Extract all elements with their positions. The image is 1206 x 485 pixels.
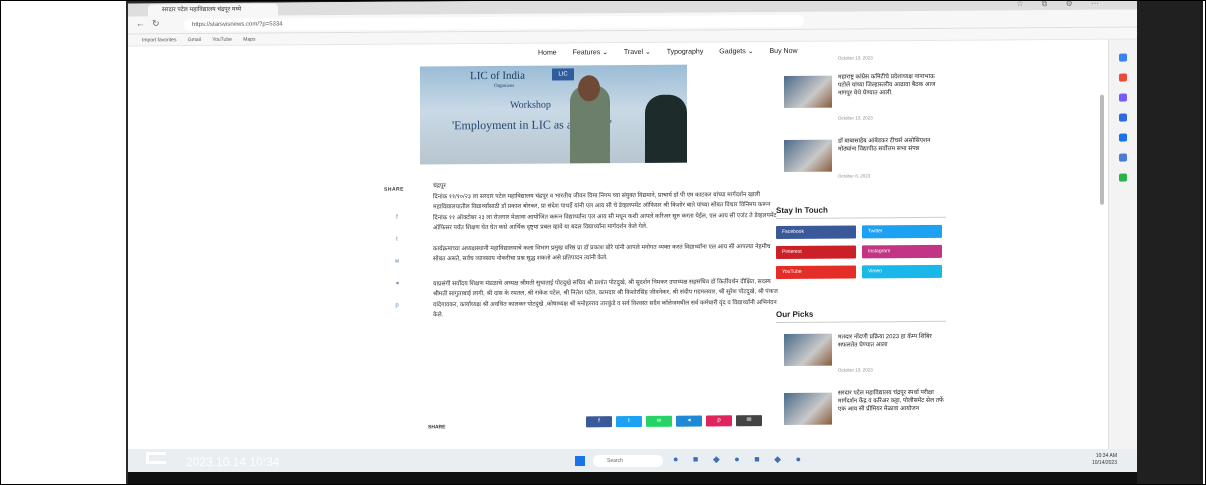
post-thumbnail[interactable] [784,392,832,425]
monitor-bottom-bezel [128,472,1137,485]
camera-model: OPPO F21s [186,433,260,448]
speaker-head [578,75,600,102]
sidebar-post[interactable]: डॉ बाबासाहेब आंबेडकर टीचर्स असोसिएशन मोठ… [776,135,946,186]
twitter-icon[interactable]: t [392,229,402,251]
page-scrollbar[interactable] [1100,94,1104,205]
bookmark-item[interactable]: Maps [243,37,255,43]
attendee-figure [645,94,687,165]
share-icon-column: f t w ◂ p [392,207,402,317]
taskbar-search[interactable]: Search [593,455,663,467]
site-nav: Home Features ⌄ Travel ⌄ Typography Gadg… [538,47,812,57]
taskbar-app-icons[interactable]: ● ■ ◆ ● ■ ◆ ● [673,454,807,465]
social-button-facebook[interactable]: Facebook [776,225,856,239]
browser-side-panel [1108,39,1137,469]
taskbar-clock[interactable]: 10:34 AM 10/14/2023 [1092,453,1117,467]
shopping-icon[interactable] [1119,73,1127,82]
social-button-twitter[interactable]: Twitter [862,224,942,239]
post-title[interactable]: मतदार नोंदणी प्रक्रिया 2023 हा कॅम्प शिब… [838,333,948,350]
clock-time: 10:34 AM [1095,453,1117,459]
windows-start-icon[interactable] [575,456,585,466]
nav-features[interactable]: Features ⌄ [573,49,608,56]
hero-organizer: Organizes [494,83,515,89]
article-paragraph: याप्रसंगी सर्वोदय शिक्षण मंडळाचे अध्यक्ष… [433,278,778,319]
clock-date: 10/14/2023 [1091,460,1117,466]
camera-model-suffix: Pro [263,433,285,448]
web-page: Home Features ⌄ Travel ⌄ Typography Gadg… [128,39,1108,476]
post-thumbnail[interactable] [784,75,832,108]
share-button[interactable]: w [646,415,672,427]
post-thumbnail[interactable] [784,139,832,172]
nav-gadgets[interactable]: Gadgets ⌄ [719,48,753,55]
share-button[interactable]: f [586,416,612,428]
share-label: SHARE [384,186,405,193]
lic-logo: LIC [552,68,574,81]
stay-in-touch-heading: Stay In Touch [776,205,828,215]
sidebar: October 13, 2023 महाराष्ट्र कांग्रेस कमि… [776,55,946,179]
article-body: चंद्रपूर दिनांक ११/१०/२३ ला सरदार पटेल म… [433,179,778,331]
camera-watermark-logo [146,440,168,464]
sidebar-post[interactable]: महाराष्ट्र कांग्रेस कमिटीचे प्रदेशाध्यक्… [776,71,946,122]
share-button-row: f t w ◂ p ✉ [586,415,762,428]
whatsapp-icon[interactable]: w [392,251,402,273]
share-button[interactable]: ✉ [736,415,762,427]
telegram-icon[interactable]: ◂ [392,273,402,295]
divider [776,320,946,323]
hero-org: LIC of India [470,69,525,83]
nav-typography[interactable]: Typography [667,49,704,56]
share-button[interactable]: t [616,415,642,428]
drop-icon[interactable] [1119,173,1127,182]
office-icon[interactable] [1119,113,1127,122]
monitor-screen: सरदार पटेल महाविद्यालय चंद्रपूर मध्ये ☆ … [128,0,1137,476]
pick-post[interactable]: मतदार नोंदणी प्रक्रिया 2023 हा कॅम्प शिब… [776,331,946,382]
post-date: October 8, 2023 [838,173,871,179]
article-paragraph: चंद्रपूर दिनांक ११/१०/२३ ला सरदार पटेल म… [433,183,777,232]
camera-model-watermark: OPPO F21s Pro [186,433,285,448]
divider [776,216,946,219]
nav-buy-now[interactable]: Buy Now [770,48,798,55]
our-picks-heading: Our Picks [776,309,814,319]
social-button-vimeo[interactable]: Vimeo [862,264,942,279]
hero-workshop: Workshop [510,99,551,111]
url-field[interactable]: https://starsvisnews.com/?p=5334 [184,14,804,32]
browser-toolbar-icons: ☆ ⧉ ⚙ ⋯ [1016,0,1107,9]
tools-icon[interactable] [1119,93,1127,102]
nav-home[interactable]: Home [538,50,557,57]
post-thumbnail[interactable] [784,333,832,366]
bookmark-item[interactable]: Gmail [188,37,201,43]
article-paragraph: कार्यक्रमाच्या अध्यक्षस्थानी महाविद्यालय… [433,243,771,263]
post-date: October 13, 2023 [838,367,873,373]
post-title[interactable]: महाराष्ट्र कांग्रेस कमिटीचे प्रदेशाध्यक्… [838,73,948,98]
share-button[interactable]: ◂ [676,415,702,427]
nav-travel[interactable]: Travel ⌄ [624,49,651,56]
reload-icon[interactable]: ↻ [152,18,160,29]
hero-image: LIC of India LIC Organizes Workshop 'Emp… [420,64,687,165]
bookmark-item[interactable]: Import favorites [142,37,176,43]
pinterest-icon[interactable]: p [392,295,402,317]
pick-post[interactable]: सरदार पटेल महाविद्यालय चंद्रपूर स्पर्धा … [776,386,946,437]
bookmark-item[interactable]: YouTube [212,37,232,43]
search-icon[interactable] [1119,53,1127,62]
share-button[interactable]: p [706,415,732,427]
outlook-icon[interactable] [1119,133,1127,142]
browser-tab[interactable]: सरदार पटेल महाविद्यालय चंद्रपूर मध्ये [148,3,278,17]
post-date: October 13, 2023 [838,115,873,121]
share-bottom-label: SHARE [428,424,446,431]
social-button-pinterest[interactable]: Pinterest [776,245,856,259]
post-title[interactable]: डॉ बाबासाहेब आंबेडकर टीचर्स असोसिएशन मोठ… [838,137,948,154]
games-icon[interactable] [1119,153,1127,162]
capture-datetime: 2023.10.14 10:34 [186,455,280,469]
back-icon[interactable]: ← [136,18,145,28]
post-title[interactable]: सरदार पटेल महाविद्यालय चंद्रपूर स्पर्धा … [838,389,948,414]
social-button-youtube[interactable]: YouTube [776,265,856,279]
social-button-instagram[interactable]: Instagram [862,244,942,259]
sidebar-date: October 13, 2023 [838,55,873,61]
facebook-icon[interactable]: f [392,207,402,229]
